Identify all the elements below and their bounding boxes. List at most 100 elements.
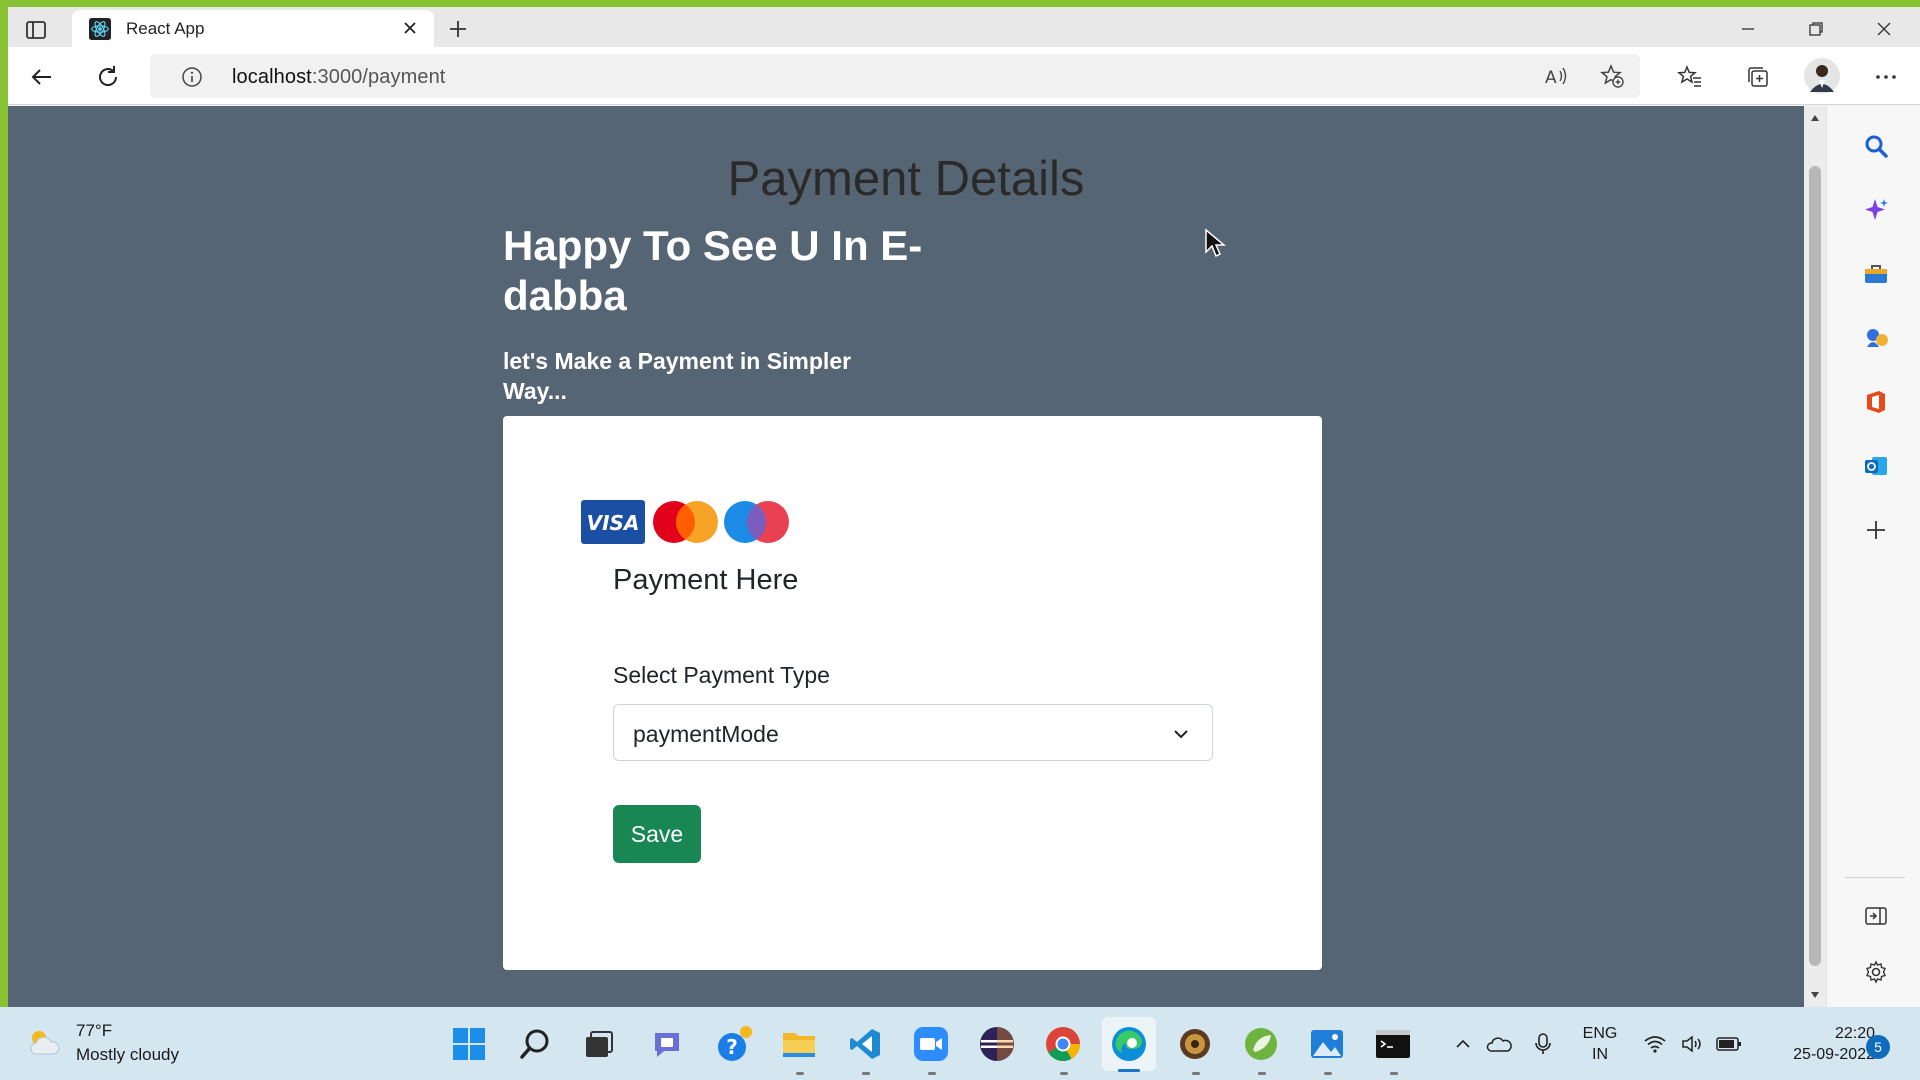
file-explorer-icon[interactable] (780, 1025, 818, 1075)
refresh-icon[interactable] (92, 61, 124, 93)
address-bar[interactable]: localhost:3000/payment A (150, 54, 1640, 98)
language-line-1: ENG (1582, 1025, 1618, 1042)
copilot-sparkle-icon[interactable] (1862, 196, 1890, 224)
taskbar: 77°F Mostly cloudy ? ENG IN 22:20 25-09-… (0, 1007, 1920, 1080)
running-indicator (928, 1072, 936, 1075)
tab-strip: React App (8, 7, 1920, 47)
payment-type-select[interactable]: paymentMode (613, 704, 1213, 761)
profile-avatar[interactable] (1802, 56, 1842, 96)
notification-badge[interactable]: 5 (1866, 1035, 1890, 1059)
browser-window: React App localhost:3000/payment A Payme… (8, 7, 1920, 1007)
volume-icon[interactable] (1680, 1031, 1706, 1057)
chevron-up-icon[interactable] (1450, 1031, 1476, 1057)
outlook-icon[interactable] (1862, 452, 1890, 480)
games-icon[interactable] (1862, 324, 1890, 352)
edge-icon[interactable] (1102, 1017, 1156, 1072)
running-indicator (1324, 1072, 1332, 1075)
microphone-icon[interactable] (1530, 1031, 1556, 1057)
eclipse-icon[interactable] (978, 1025, 1016, 1063)
clock-date: 25-09-2022 (1793, 1046, 1875, 1063)
add-favorite-icon[interactable] (1596, 60, 1628, 92)
svg-text:?: ? (726, 1035, 738, 1059)
favorites-icon[interactable] (1674, 61, 1706, 93)
payment-logos-icon: VISA (581, 500, 789, 544)
shopping-bag-icon[interactable] (1862, 260, 1890, 288)
weather-description: Mostly cloudy (76, 1045, 179, 1064)
teams-chat-icon[interactable] (648, 1025, 686, 1063)
language-line-2: IN (1592, 1046, 1608, 1063)
photos-icon[interactable] (1308, 1025, 1346, 1075)
partly-cloudy-icon (26, 1027, 60, 1057)
app-badge-icon[interactable] (1176, 1025, 1214, 1075)
payment-heading: Payment Here (613, 564, 799, 596)
select-value: paymentMode (633, 721, 779, 747)
tab-react-app[interactable]: React App (72, 10, 434, 47)
page-title: Payment Details (727, 152, 1085, 206)
react-logo-icon (88, 17, 112, 41)
language-indicator[interactable]: ENG IN (1578, 1023, 1622, 1065)
search-icon[interactable] (1862, 132, 1890, 160)
running-indicator (1258, 1072, 1266, 1075)
scroll-up-icon[interactable] (1809, 112, 1821, 124)
vscode-icon[interactable] (846, 1025, 884, 1075)
search-taskbar-icon[interactable] (516, 1025, 554, 1063)
page-viewport: Payment Details Happy To See U In E-dabb… (8, 106, 1826, 1007)
mastercard-logo-icon (653, 501, 718, 543)
onedrive-icon[interactable] (1486, 1031, 1512, 1057)
collections-icon[interactable] (1742, 61, 1774, 93)
minimize-icon[interactable] (1734, 15, 1762, 43)
wifi-icon[interactable] (1642, 1031, 1668, 1057)
back-arrow-icon[interactable] (26, 61, 58, 93)
battery-icon[interactable] (1716, 1031, 1742, 1057)
terminal-icon[interactable] (1374, 1025, 1412, 1075)
running-indicator (1192, 1072, 1200, 1075)
mouse-cursor-icon (1204, 228, 1227, 258)
running-indicator (1060, 1072, 1068, 1075)
weather-widget[interactable]: 77°F Mostly cloudy (26, 1021, 206, 1067)
payment-card: VISA Payment Here Select Payment Type pa… (503, 416, 1322, 970)
close-window-icon[interactable] (1870, 15, 1898, 43)
new-tab-icon[interactable] (444, 15, 472, 43)
svg-text:A: A (1545, 68, 1557, 88)
zoom-icon[interactable] (912, 1025, 950, 1075)
select-payment-label: Select Payment Type (613, 662, 830, 688)
url-text: localhost:3000/payment (232, 66, 445, 89)
clock[interactable]: 22:20 25-09-2022 (1755, 1023, 1875, 1065)
office-icon[interactable] (1862, 388, 1890, 416)
scroll-down-icon[interactable] (1809, 989, 1821, 1001)
spring-tools-icon[interactable] (1242, 1025, 1280, 1075)
page-scrollbar[interactable] (1804, 106, 1826, 1007)
maestro-logo-icon (724, 501, 789, 543)
more-options-icon[interactable] (1870, 61, 1902, 93)
card-logos: VISA (581, 500, 793, 544)
add-icon[interactable] (1862, 516, 1890, 544)
settings-gear-icon[interactable] (1862, 958, 1890, 986)
url-host: localhost (232, 66, 312, 88)
tab-title: React App (126, 18, 205, 38)
start-windows-icon[interactable] (450, 1025, 488, 1063)
visa-logo-icon: VISA (581, 500, 645, 544)
save-button[interactable]: Save (613, 805, 701, 863)
get-help-icon[interactable]: ? (716, 1025, 754, 1063)
hide-sidebar-icon[interactable] (1862, 902, 1890, 930)
running-indicator (796, 1072, 804, 1075)
chrome-icon[interactable] (1044, 1025, 1082, 1075)
task-view-icon[interactable] (580, 1025, 618, 1063)
edge-sidebar (1826, 106, 1920, 1007)
active-indicator (1118, 1069, 1140, 1072)
running-indicator (862, 1072, 870, 1075)
welcome-heading: Happy To See U In E-dabba (503, 222, 923, 319)
tab-actions-icon[interactable] (22, 16, 50, 44)
restore-icon[interactable] (1802, 15, 1830, 43)
weather-temperature: 77°F (76, 1021, 113, 1040)
info-icon[interactable] (180, 65, 204, 89)
close-tab-icon[interactable] (400, 18, 420, 38)
read-aloud-icon[interactable]: A (1540, 60, 1572, 92)
scroll-thumb[interactable] (1809, 166, 1821, 966)
browser-toolbar: localhost:3000/payment A (8, 47, 1920, 105)
subtitle-text: let's Make a Payment in Simpler Way... (503, 348, 852, 404)
sidebar-divider (1845, 877, 1905, 878)
running-indicator (1390, 1072, 1398, 1075)
clock-time: 22:20 (1834, 1025, 1875, 1042)
chevron-down-icon (1170, 723, 1192, 745)
